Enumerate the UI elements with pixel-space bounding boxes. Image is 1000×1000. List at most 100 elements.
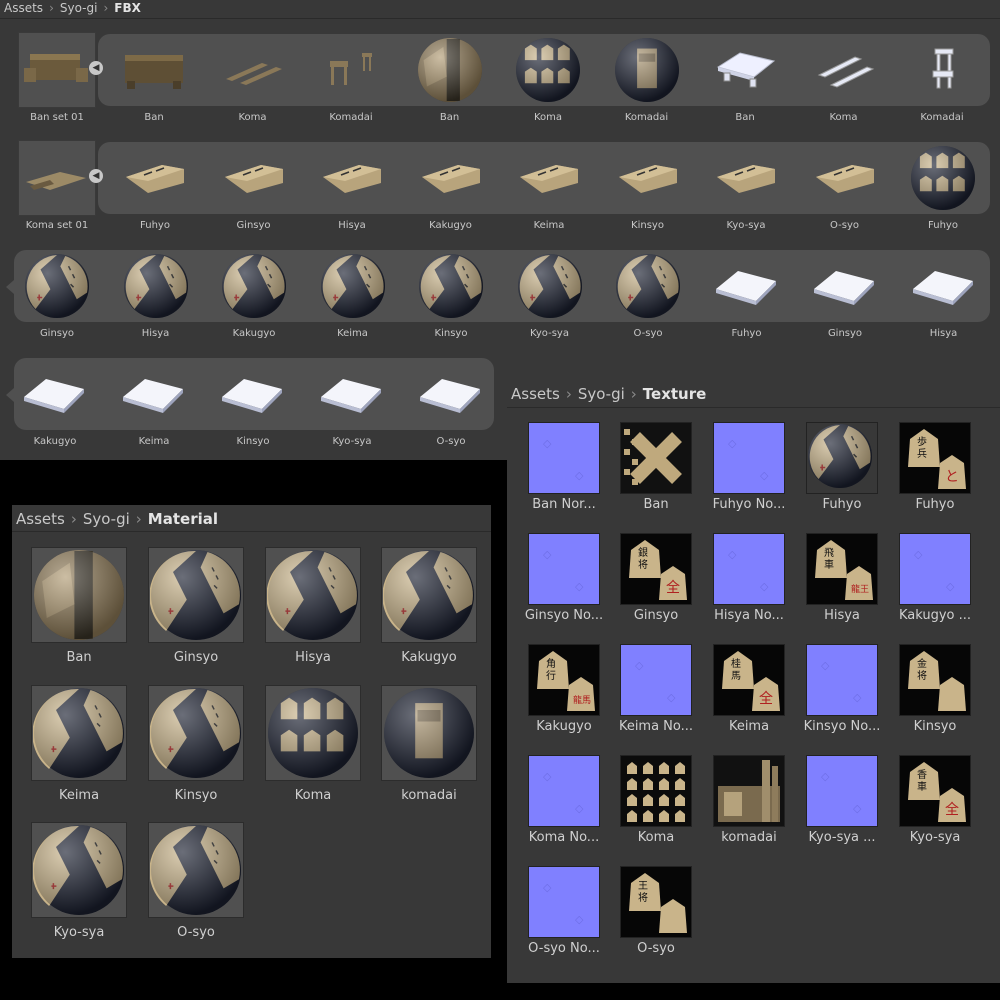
fbx-row3-asset-thumbnail[interactable] <box>807 248 883 324</box>
texture-label: Kinsyo No... <box>803 719 881 734</box>
texture-thumbnail[interactable] <box>713 755 785 827</box>
texture-thumbnail[interactable] <box>620 755 692 827</box>
svg-text:全: 全 <box>666 579 680 596</box>
texture-thumbnail[interactable]: ◇ ◇ <box>713 533 785 605</box>
texture-thumbnail[interactable] <box>620 422 692 494</box>
fbx-row2-asset-thumbnail[interactable] <box>117 140 193 216</box>
prefab-ban-set-thumb <box>24 54 88 82</box>
texture-label: Ginsyo No... <box>524 608 604 623</box>
fbx-row3-asset-thumbnail[interactable] <box>216 248 292 324</box>
fbx-row3-asset-thumbnail[interactable] <box>118 248 194 324</box>
material-label: Ginsyo <box>173 650 219 665</box>
fbx-row2-asset-thumbnail[interactable] <box>807 140 883 216</box>
collapse-arrow-icon[interactable]: ◀ <box>89 61 103 75</box>
fbx-row3-asset-thumbnail[interactable] <box>610 248 686 324</box>
fbx-row3-asset-thumbnail[interactable] <box>413 248 489 324</box>
fbx-row3-asset-label: Keima <box>337 328 368 339</box>
fbx-row4-asset-thumbnail[interactable] <box>215 356 291 432</box>
fbx-row1-asset-thumbnail[interactable] <box>313 32 389 108</box>
fbx-row3-asset-thumbnail[interactable] <box>19 248 95 324</box>
fbx-row2-asset-label: Ginsyo <box>236 220 271 231</box>
texture-thumbnail[interactable]: 金将 <box>899 644 971 716</box>
texture-thumbnail[interactable]: 香車全 <box>899 755 971 827</box>
svg-text:◇: ◇ <box>667 691 676 704</box>
material-thumbnail[interactable] <box>148 685 244 781</box>
crumb-syo-gi[interactable]: Syo-gi <box>60 1 98 15</box>
material-thumbnail[interactable] <box>381 685 477 781</box>
svg-text:◇: ◇ <box>543 437 552 450</box>
fbx-breadcrumb: Assets › Syo-gi › FBX <box>4 1 141 15</box>
fbx-row1-asset-thumbnail[interactable] <box>904 32 980 108</box>
fbx-row1-asset-thumbnail[interactable] <box>609 32 685 108</box>
texture-thumbnail[interactable]: ◇ ◇ <box>528 866 600 938</box>
crumb-current: Texture <box>642 385 707 403</box>
fbx-row1-asset-label: Komadai <box>624 112 669 123</box>
crumb-assets[interactable]: Assets <box>4 1 43 15</box>
fbx-row2-asset-thumbnail[interactable] <box>413 140 489 216</box>
texture-label: Kyo-sya ... <box>808 830 876 845</box>
collapse-arrow-icon[interactable]: ◀ <box>89 169 103 183</box>
fbx-row1-asset-thumbnail[interactable] <box>116 32 192 108</box>
fbx-row3-asset-thumbnail[interactable] <box>315 248 391 324</box>
texture-thumbnail[interactable]: ◇ ◇ <box>806 755 878 827</box>
texture-thumbnail[interactable]: ◇ ◇ <box>620 644 692 716</box>
texture-thumbnail[interactable]: ◇ ◇ <box>528 755 600 827</box>
material-thumbnail[interactable] <box>31 547 127 643</box>
crumb-assets[interactable]: Assets <box>16 510 65 528</box>
fbx-row4-asset-thumbnail[interactable] <box>116 356 192 432</box>
fbx-row4-asset-thumbnail[interactable] <box>314 356 390 432</box>
fbx-row2-asset-thumbnail[interactable] <box>708 140 784 216</box>
texture-thumbnail[interactable]: ◇ ◇ <box>528 422 600 494</box>
material-thumbnail[interactable] <box>381 547 477 643</box>
fbx-row2-asset-thumbnail[interactable] <box>905 140 981 216</box>
material-thumbnail[interactable] <box>265 547 361 643</box>
fbx-row2-asset-thumbnail[interactable] <box>511 140 587 216</box>
fbx-row1-asset-thumbnail[interactable] <box>510 32 586 108</box>
crumb-assets[interactable]: Assets <box>511 385 560 403</box>
fbx-row2-asset-thumbnail[interactable] <box>216 140 292 216</box>
fbx-row3-asset-label: Ginsyo <box>827 328 863 339</box>
fbx-row2-asset-label: Keima <box>533 220 565 231</box>
texture-label: Kyo-sya <box>909 830 961 845</box>
texture-thumbnail[interactable]: ◇ ◇ <box>713 422 785 494</box>
fbx-row1-asset-thumbnail[interactable] <box>707 32 783 108</box>
fbx-row2-asset-label: Fuhyo <box>928 220 958 231</box>
texture-thumbnail[interactable]: 歩兵と <box>899 422 971 494</box>
material-thumbnail[interactable] <box>265 685 361 781</box>
texture-thumbnail[interactable] <box>806 422 878 494</box>
fbx-row4-asset-thumbnail[interactable] <box>413 356 489 432</box>
material-thumbnail[interactable] <box>31 822 127 918</box>
crumb-syo-gi[interactable]: Syo-gi <box>578 385 625 403</box>
fbx-row3-asset-thumbnail[interactable] <box>709 248 785 324</box>
texture-thumbnail[interactable]: 銀将全 <box>620 533 692 605</box>
chevron-right-icon: › <box>103 1 109 15</box>
fbx-row2-asset-thumbnail[interactable] <box>610 140 686 216</box>
texture-thumbnail[interactable]: 王将 <box>620 866 692 938</box>
crumb-syo-gi[interactable]: Syo-gi <box>83 510 130 528</box>
fbx-row1-asset-thumbnail[interactable] <box>215 32 291 108</box>
texture-thumbnail[interactable]: ◇ ◇ <box>899 533 971 605</box>
texture-panel: Assets › Syo-gi › Texture ◇ ◇ Ban Nor... Ba… <box>507 381 1000 983</box>
texture-label: Hisya No... <box>714 608 784 623</box>
fbx-row2-asset-thumbnail[interactable] <box>314 140 390 216</box>
texture-thumbnail[interactable]: ◇ ◇ <box>528 533 600 605</box>
texture-thumbnail[interactable]: ◇ ◇ <box>806 644 878 716</box>
fbx-row1-asset-thumbnail[interactable] <box>806 32 882 108</box>
texture-thumbnail[interactable]: 角行龍馬 <box>528 644 600 716</box>
material-label: Ban <box>66 650 92 665</box>
texture-thumbnail[interactable]: 桂馬全 <box>713 644 785 716</box>
fbx-row1-asset-thumbnail[interactable] <box>412 32 488 108</box>
material-label: Koma <box>294 788 332 803</box>
texture-thumbnail[interactable]: 飛車龍王 <box>806 533 878 605</box>
fbx-row4-asset-thumbnail[interactable] <box>17 356 93 432</box>
material-thumbnail[interactable] <box>31 685 127 781</box>
svg-text:銀: 銀 <box>638 546 648 559</box>
fbx-row3-asset-label: Ginsyo <box>39 328 75 339</box>
material-thumbnail[interactable] <box>148 822 244 918</box>
fbx-row3-asset-thumbnail[interactable] <box>512 248 588 324</box>
fbx-row2-asset-label: Fuhyo <box>140 220 170 231</box>
material-thumbnail[interactable] <box>148 547 244 643</box>
svg-text:全: 全 <box>759 690 773 707</box>
svg-text:◇: ◇ <box>575 469 584 482</box>
fbx-row3-asset-thumbnail[interactable] <box>906 248 982 324</box>
